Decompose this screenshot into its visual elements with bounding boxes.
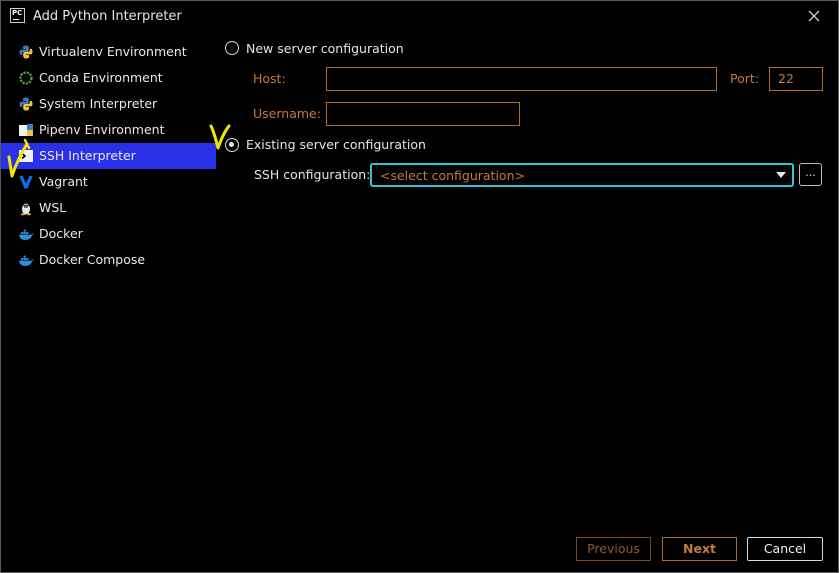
sidebar-item-pipenv[interactable]: Pipenv Environment — [1, 117, 216, 143]
sidebar-item-label: Virtualenv Environment — [39, 44, 187, 59]
sidebar-item-docker-compose[interactable]: Docker Compose — [1, 247, 216, 273]
ssh-config-label: SSH configuration: — [254, 167, 371, 182]
linux-icon — [18, 200, 34, 216]
host-label: Host: — [253, 71, 286, 86]
dialog-title: Add Python Interpreter — [33, 9, 182, 24]
conda-icon — [18, 70, 34, 86]
browse-configurations-button[interactable]: ... — [799, 163, 822, 186]
title-bar: PC Add Python Interpreter — [1, 1, 838, 33]
python-icon — [18, 96, 34, 112]
sidebar-item-label: Pipenv Environment — [39, 122, 165, 137]
existing-server-radio[interactable] — [225, 138, 239, 152]
docker-icon — [18, 252, 34, 268]
close-button[interactable] — [805, 7, 823, 25]
sidebar-item-docker[interactable]: Docker — [1, 221, 216, 247]
dropdown-arrow-icon — [776, 172, 786, 178]
vagrant-icon — [18, 174, 34, 190]
sidebar-item-label: SSH Interpreter — [39, 148, 136, 163]
new-server-label: New server configuration — [246, 41, 404, 56]
sidebar-item-label: Conda Environment — [39, 70, 163, 85]
ssh-icon — [18, 148, 34, 164]
logo-text: PC — [12, 9, 23, 17]
sidebar-item-virtualenv[interactable]: Virtualenv Environment — [1, 39, 216, 65]
previous-button[interactable]: Previous — [576, 537, 651, 561]
pycharm-logo-icon: PC — [10, 8, 25, 23]
sidebar-item-label: WSL — [39, 200, 67, 215]
new-server-radio[interactable] — [225, 41, 239, 55]
add-python-interpreter-dialog: PC Add Python Interpreter Virtualenv Env… — [0, 0, 839, 573]
close-icon — [808, 10, 820, 22]
python-icon — [18, 44, 34, 60]
username-input[interactable] — [326, 102, 520, 126]
next-button[interactable]: Next — [662, 537, 737, 561]
host-input[interactable] — [326, 67, 717, 91]
sidebar-item-vagrant[interactable]: Vagrant — [1, 169, 216, 195]
sidebar-item-label: System Interpreter — [39, 96, 158, 111]
port-label: Port: — [730, 71, 759, 86]
sidebar-item-label: Vagrant — [39, 174, 88, 189]
docker-icon — [18, 226, 34, 242]
sidebar-item-wsl[interactable]: WSL — [1, 195, 216, 221]
existing-server-label: Existing server configuration — [246, 137, 426, 152]
ssh-config-value: <select configuration> — [380, 168, 525, 183]
ssh-config-dropdown[interactable]: <select configuration> — [370, 163, 794, 187]
sidebar-item-ssh[interactable]: SSH Interpreter — [1, 143, 216, 169]
username-label: Username: — [253, 106, 321, 121]
cancel-button[interactable]: Cancel — [747, 537, 823, 561]
pipenv-icon — [18, 122, 34, 138]
sidebar-item-conda[interactable]: Conda Environment — [1, 65, 216, 91]
sidebar-item-label: Docker — [39, 226, 83, 241]
sidebar-item-label: Docker Compose — [39, 252, 146, 267]
port-input[interactable]: 22 — [769, 67, 823, 91]
sidebar-item-system[interactable]: System Interpreter — [1, 91, 216, 117]
interpreter-type-list: Virtualenv Environment Conda Environment… — [1, 39, 216, 273]
